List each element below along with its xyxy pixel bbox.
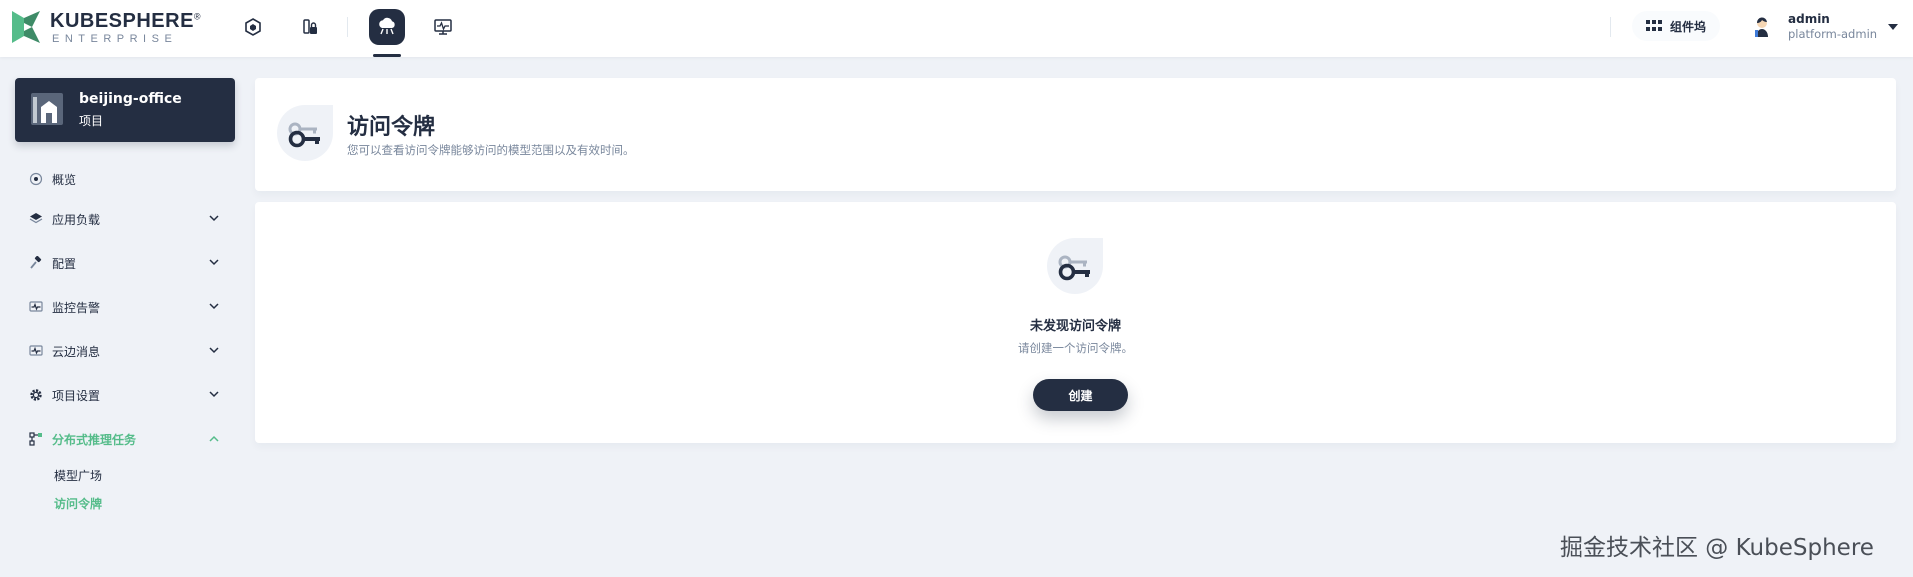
chevron-up-icon [209, 435, 219, 442]
sidebar-item-label: 监控告警 [52, 300, 101, 315]
sidebar-item-label: 概览 [52, 172, 77, 187]
caret-down-icon [1888, 24, 1898, 30]
gear-icon [30, 389, 42, 401]
cloud-edge-icon [379, 17, 395, 35]
sidebar-item-monitoring-alerting[interactable]: 监控告警 [15, 295, 235, 319]
project-icon [31, 93, 63, 125]
create-token-button[interactable]: 创建 [1033, 379, 1128, 411]
page-header: 访问令牌 您可以查看访问令牌能够访问的模型范围以及有效时间。 [255, 78, 1896, 191]
key-icon [1047, 238, 1103, 294]
workspace-icon [245, 18, 261, 36]
page-title: 访问令牌 [347, 115, 436, 140]
monitor-icon [434, 19, 452, 35]
cluster-nav-button[interactable] [292, 9, 328, 45]
avatar [1755, 17, 1768, 37]
chevron-down-icon [209, 347, 219, 354]
brand-subtitle: ENTERPRISE [52, 33, 178, 45]
sidebar-subitem-access-tokens[interactable]: 访问令牌 [54, 495, 102, 512]
project-switcher[interactable]: beijing-office 项目 [15, 78, 235, 142]
sidebar-item-label: 分布式推理任务 [52, 432, 137, 447]
sidebar-item-label: 项目设置 [52, 388, 101, 403]
sidebar-item-label: 应用负载 [52, 212, 101, 227]
user-name: admin [1788, 12, 1830, 26]
active-nav-indicator [373, 54, 401, 57]
monitor-icon [29, 301, 43, 312]
top-navigation-bar: KUBESPHERE® ENTERPRISE 组件坞 admin platfor… [0, 0, 1913, 57]
sidebar-subitem-model-square[interactable]: 模型广场 [54, 467, 102, 484]
nav-separator [347, 17, 348, 37]
kubesphere-logo[interactable]: KUBESPHERE® ENTERPRISE [10, 7, 202, 47]
project-name: beijing-office [79, 91, 182, 107]
cluster-lock-icon [303, 19, 317, 34]
grid-icon [1646, 20, 1662, 31]
chevron-down-icon [209, 259, 219, 266]
sidebar-item-cloud-edge-messages[interactable]: 云边消息 [15, 339, 235, 363]
sidebar-item-workloads[interactable]: 应用负载 [15, 207, 235, 231]
page-description: 您可以查看访问令牌能够访问的模型范围以及有效时间。 [347, 143, 635, 157]
monitor-nav-button[interactable] [425, 9, 461, 45]
user-menu[interactable]: admin platform-admin [1748, 9, 1898, 45]
components-dock-button[interactable]: 组件坞 [1632, 11, 1721, 41]
chevron-down-icon [209, 391, 219, 398]
network-icon [29, 432, 42, 446]
brand-name: KUBESPHERE® [50, 10, 202, 32]
workspace-nav-button[interactable] [235, 9, 271, 45]
sidebar-item-configuration[interactable]: 配置 [15, 251, 235, 275]
sidebar-item-label: 云边消息 [52, 344, 101, 359]
overview-icon [29, 172, 43, 186]
kubesphere-logo-mark [12, 11, 40, 43]
chevron-down-icon [209, 303, 219, 310]
registered-mark: ® [193, 11, 202, 22]
chevron-down-icon [209, 215, 219, 222]
hammer-icon [30, 256, 42, 269]
sidebar-item-distributed-inference[interactable]: 分布式推理任务 [15, 427, 235, 451]
sidebar-item-label: 配置 [52, 256, 77, 271]
empty-state-title: 未发现访问令牌 [1029, 319, 1121, 334]
key-icon [277, 105, 333, 161]
sidebar-item-project-settings[interactable]: 项目设置 [15, 383, 235, 407]
components-dock-label: 组件坞 [1670, 19, 1707, 34]
watermark: 掘金技术社区 @ KubeSphere [1560, 535, 1874, 561]
sidebar-item-overview[interactable]: 概览 [15, 167, 235, 191]
empty-state: 未发现访问令牌 请创建一个访问令牌。 创建 [255, 202, 1896, 443]
empty-state-description: 请创建一个访问令牌。 [1018, 341, 1133, 355]
monitor-icon [29, 345, 43, 356]
project-type: 项目 [79, 114, 104, 128]
user-role: platform-admin [1788, 27, 1878, 41]
cloud-edge-nav-button[interactable] [369, 9, 405, 45]
layers-icon [29, 213, 43, 224]
right-separator [1610, 17, 1611, 37]
